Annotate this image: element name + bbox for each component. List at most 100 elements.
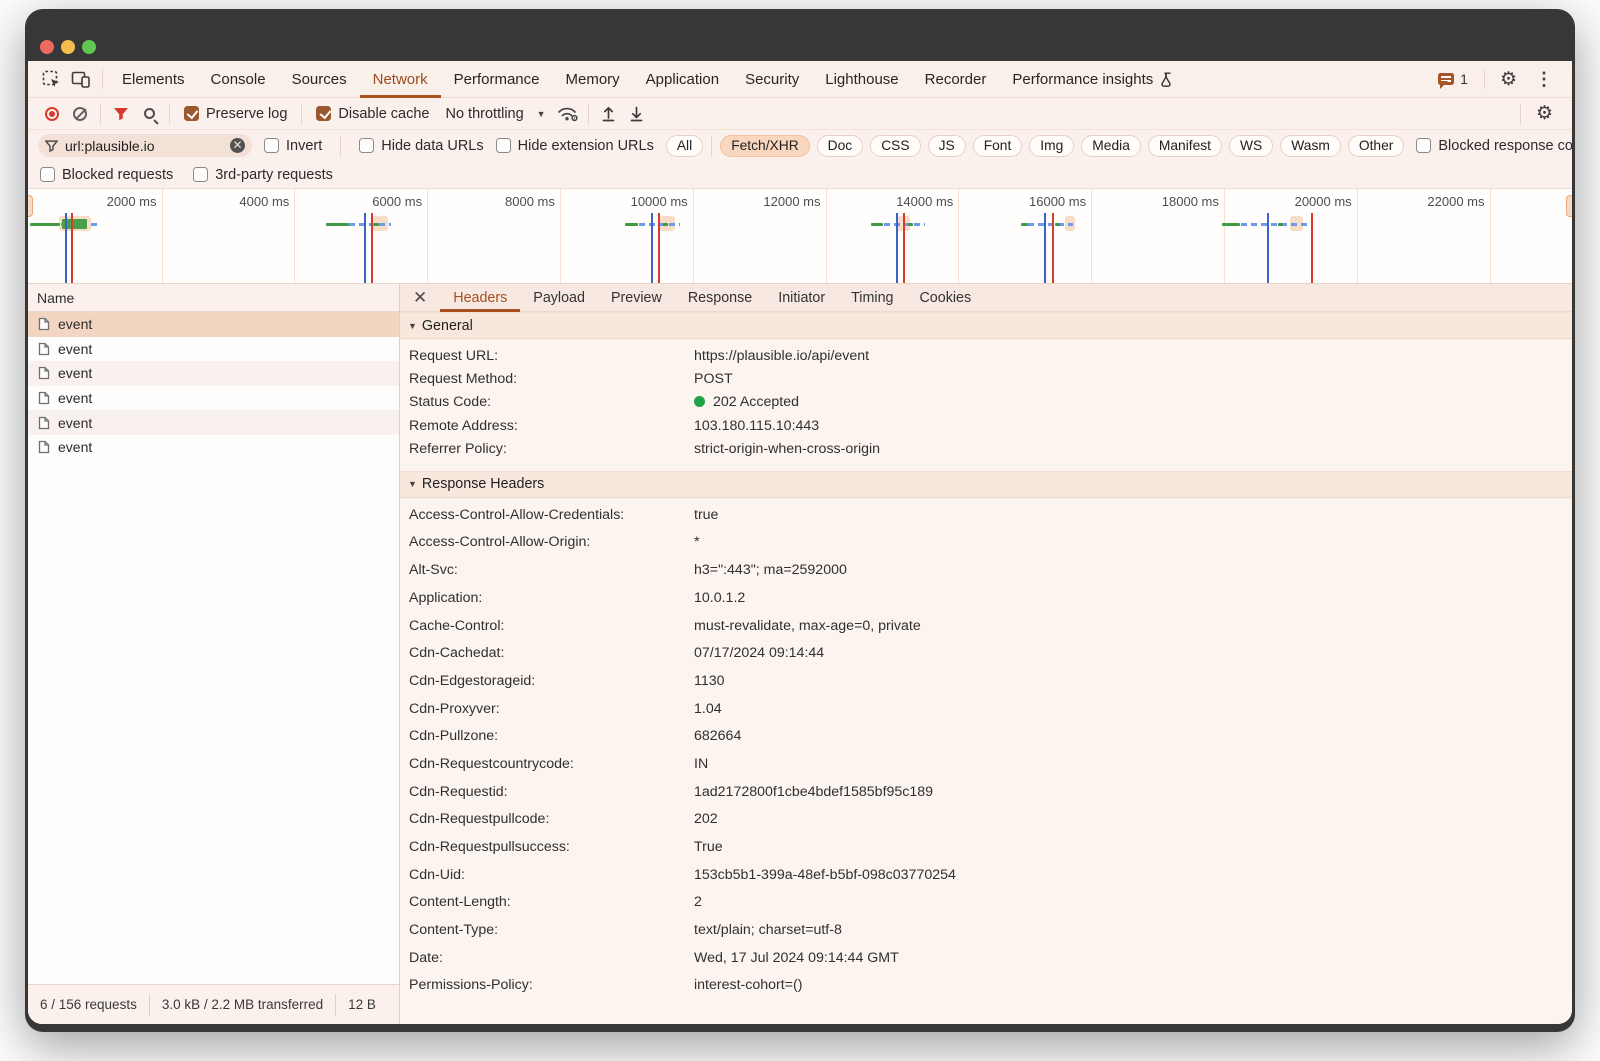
tab-preview[interactable]: Preview bbox=[598, 284, 675, 312]
pill-manifest[interactable]: Manifest bbox=[1148, 135, 1222, 157]
pill-fetch-xhr[interactable]: Fetch/XHR bbox=[720, 135, 809, 157]
header-value: 1ad2172800f1cbe4bdef1585bf95c189 bbox=[694, 784, 1572, 800]
tab-performance-insights[interactable]: Performance insights bbox=[999, 61, 1185, 98]
tab-timing[interactable]: Timing bbox=[838, 284, 906, 312]
general-section-header[interactable]: ▼ General bbox=[400, 312, 1572, 339]
domcontentloaded-line bbox=[1267, 213, 1269, 283]
close-window-button[interactable] bbox=[40, 40, 54, 54]
tab-console[interactable]: Console bbox=[198, 61, 279, 98]
request-name: event bbox=[58, 316, 92, 332]
flask-icon bbox=[1159, 72, 1172, 87]
network-conditions-button[interactable] bbox=[554, 101, 582, 127]
document-icon bbox=[38, 440, 50, 454]
divider bbox=[100, 104, 101, 124]
request-list: event event event event event bbox=[28, 312, 399, 460]
header-name: Cdn-Proxyver: bbox=[409, 701, 694, 717]
titlebar[interactable] bbox=[25, 9, 1575, 61]
timeline-gridline bbox=[1357, 189, 1358, 283]
response-header-row: Cdn-Requestpullsuccess: True bbox=[400, 833, 1572, 861]
filter-toggle-button[interactable] bbox=[107, 101, 135, 127]
hide-data-urls-checkbox[interactable]: Hide data URLs bbox=[359, 138, 483, 154]
tab-response[interactable]: Response bbox=[675, 284, 765, 312]
clear-network-log-button[interactable] bbox=[66, 101, 94, 127]
settings-gear-icon[interactable]: ⚙ bbox=[1491, 70, 1526, 89]
tab-payload[interactable]: Payload bbox=[520, 284, 598, 312]
response-headers-section: Access-Control-Allow-Credentials: true A… bbox=[400, 498, 1572, 999]
tab-initiator[interactable]: Initiator bbox=[765, 284, 838, 312]
header-value: 1.04 bbox=[694, 701, 1572, 717]
throttling-select[interactable]: No throttling ▼ bbox=[437, 106, 553, 122]
tab-performance[interactable]: Performance bbox=[441, 61, 553, 98]
response-headers-section-header[interactable]: ▼ Response Headers bbox=[400, 471, 1572, 498]
tab-headers[interactable]: Headers bbox=[440, 284, 520, 312]
tab-security[interactable]: Security bbox=[732, 61, 812, 98]
header-name: Cdn-Requestpullsuccess: bbox=[409, 839, 694, 855]
name-column-header[interactable]: Name bbox=[28, 284, 399, 312]
invert-label: Invert bbox=[286, 138, 322, 154]
timeline-overview[interactable]: 2000 ms4000 ms6000 ms8000 ms10000 ms1200… bbox=[28, 189, 1572, 284]
record-network-log-button[interactable] bbox=[38, 101, 66, 127]
header-value: Wed, 17 Jul 2024 09:14:44 GMT bbox=[694, 950, 1572, 966]
response-header-row: Cdn-Pullzone: 682664 bbox=[400, 722, 1572, 750]
tab-cookies[interactable]: Cookies bbox=[906, 284, 984, 312]
document-icon bbox=[38, 366, 50, 380]
pill-wasm[interactable]: Wasm bbox=[1280, 135, 1341, 157]
timeline-tick-label: 22000 ms bbox=[1397, 194, 1485, 209]
response-header-row: Cdn-Requestcountrycode: IN bbox=[400, 750, 1572, 778]
tab-application[interactable]: Application bbox=[633, 61, 732, 98]
tab-memory[interactable]: Memory bbox=[553, 61, 633, 98]
clear-filter-icon[interactable]: ✕ bbox=[230, 138, 245, 153]
invert-checkbox[interactable]: Invert bbox=[264, 138, 322, 154]
general-label: Referrer Policy: bbox=[409, 441, 694, 457]
header-name: Date: bbox=[409, 950, 694, 966]
request-row[interactable]: event bbox=[28, 337, 399, 362]
pill-other[interactable]: Other bbox=[1348, 135, 1405, 157]
details-tab-bar: ✕ Headers Payload Preview Response Initi… bbox=[400, 284, 1572, 312]
inspect-element-button[interactable] bbox=[36, 65, 66, 93]
request-row[interactable]: event bbox=[28, 386, 399, 411]
pill-media[interactable]: Media bbox=[1081, 135, 1141, 157]
overview-right-handle[interactable] bbox=[1566, 195, 1572, 217]
third-party-requests-checkbox[interactable]: 3rd-party requests bbox=[193, 167, 333, 183]
request-row[interactable]: event bbox=[28, 410, 399, 435]
request-row[interactable]: event bbox=[28, 312, 399, 337]
pill-img[interactable]: Img bbox=[1029, 135, 1074, 157]
tab-sources[interactable]: Sources bbox=[279, 61, 360, 98]
filter-input[interactable] bbox=[65, 138, 205, 154]
pill-js[interactable]: JS bbox=[928, 135, 966, 157]
disable-cache-checkbox[interactable]: Disable cache bbox=[308, 106, 437, 122]
request-row[interactable]: event bbox=[28, 435, 399, 460]
tab-recorder[interactable]: Recorder bbox=[912, 61, 1000, 98]
more-options-icon[interactable]: ⋮ bbox=[1526, 69, 1562, 90]
network-settings-gear-icon[interactable]: ⚙ bbox=[1527, 104, 1562, 123]
header-value: 682664 bbox=[694, 728, 1572, 744]
pill-all[interactable]: All bbox=[666, 135, 703, 157]
blocked-requests-checkbox[interactable]: Blocked requests bbox=[40, 167, 173, 183]
search-button[interactable] bbox=[135, 101, 163, 127]
filter-input-box[interactable]: ✕ bbox=[38, 134, 252, 157]
request-name: event bbox=[58, 439, 92, 455]
toggle-device-toolbar-button[interactable] bbox=[66, 65, 96, 93]
minimize-window-button[interactable] bbox=[61, 40, 75, 54]
pill-font[interactable]: Font bbox=[973, 135, 1023, 157]
import-har-button[interactable] bbox=[595, 101, 623, 127]
close-details-icon[interactable]: ✕ bbox=[400, 289, 440, 306]
header-name: Cdn-Uid: bbox=[409, 867, 694, 883]
general-label: Remote Address: bbox=[409, 418, 694, 434]
tab-lighthouse[interactable]: Lighthouse bbox=[812, 61, 911, 98]
maximize-window-button[interactable] bbox=[82, 40, 96, 54]
request-row[interactable]: event bbox=[28, 361, 399, 386]
pill-ws[interactable]: WS bbox=[1229, 135, 1273, 157]
hide-extension-urls-checkbox[interactable]: Hide extension URLs bbox=[496, 138, 654, 154]
tab-elements[interactable]: Elements bbox=[109, 61, 198, 98]
pill-css[interactable]: CSS bbox=[870, 135, 920, 157]
issues-button[interactable]: 1 bbox=[1428, 71, 1478, 87]
export-har-button[interactable] bbox=[623, 101, 651, 127]
wifi-gear-icon bbox=[557, 105, 579, 122]
pill-doc[interactable]: Doc bbox=[817, 135, 864, 157]
preserve-log-checkbox[interactable]: Preserve log bbox=[176, 106, 295, 122]
tab-network[interactable]: Network bbox=[360, 61, 441, 98]
response-header-row: Content-Length: 2 bbox=[400, 889, 1572, 917]
blocked-response-cookies-checkbox[interactable]: Blocked response cookies bbox=[1416, 138, 1572, 154]
overview-left-handle[interactable] bbox=[28, 195, 33, 217]
